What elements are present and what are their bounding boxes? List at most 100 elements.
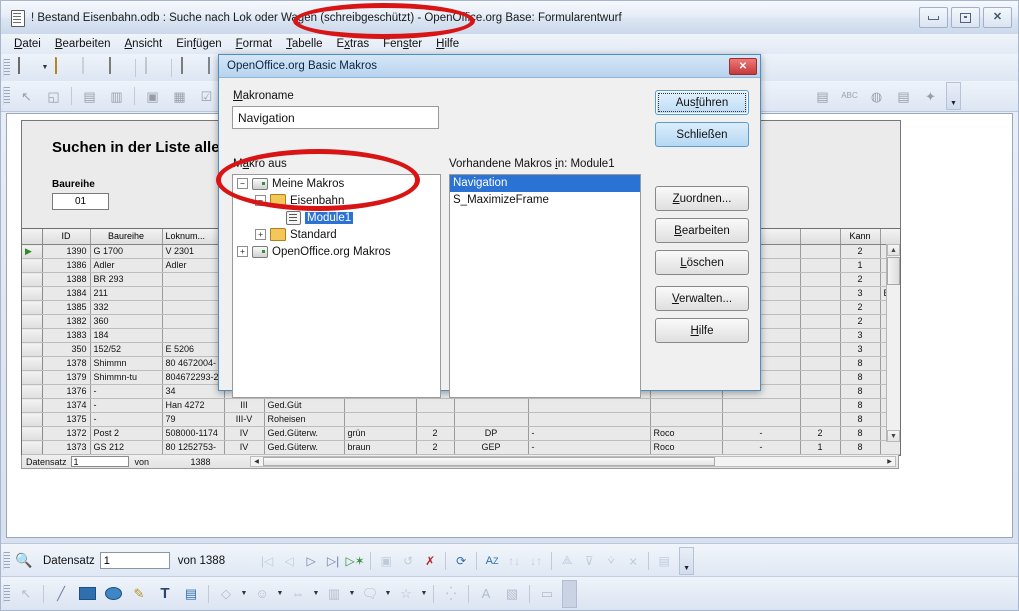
previous-record-icon[interactable]: ◁ [278, 550, 300, 572]
wizards-icon[interactable]: ✦ [918, 84, 943, 108]
spellcheck-abc-icon[interactable]: ABC [837, 84, 862, 108]
cell-id[interactable]: 1382 [42, 314, 91, 329]
row-handle[interactable] [22, 356, 43, 371]
dialog-close-button[interactable]: ✕ [729, 57, 757, 75]
save-icon[interactable] [78, 56, 103, 80]
cell-c10[interactable]: - [528, 426, 651, 441]
row-handle[interactable] [22, 384, 43, 399]
maximize-button[interactable] [951, 7, 980, 28]
cell-loknum[interactable]: V 2301 [162, 244, 225, 259]
toolbar-grip[interactable] [3, 58, 10, 77]
cell-kann[interactable]: 2 [840, 272, 881, 287]
cell-typ[interactable]: Ged.Güterw. [264, 426, 345, 441]
toolbar-grip[interactable] [3, 551, 10, 570]
row-handle[interactable] [22, 426, 43, 441]
new-record-icon[interactable]: ▷✶ [344, 550, 366, 572]
cell-loknum[interactable]: 80 1252753- [162, 440, 225, 455]
cell-c12[interactable] [722, 398, 801, 413]
delete-button[interactable]: Löschen [655, 250, 749, 275]
chevron-down-icon[interactable]: ▼ [383, 590, 393, 597]
cell-kann[interactable]: 3 [840, 328, 881, 343]
chevron-down-icon[interactable]: ▼ [347, 590, 357, 597]
cell-c8[interactable] [416, 398, 455, 413]
row-handle[interactable] [22, 370, 43, 385]
line-icon[interactable]: ╱ [49, 583, 73, 605]
scroll-right-icon[interactable]: ▶ [884, 457, 895, 466]
list-item[interactable]: S_MaximizeFrame [450, 192, 640, 209]
cell-c11[interactable]: Roco [650, 440, 723, 455]
scroll-thumb[interactable] [887, 257, 900, 285]
row-handle[interactable] [22, 412, 43, 427]
chevron-down-icon[interactable]: ▼ [275, 590, 285, 597]
cell-anz[interactable] [800, 356, 841, 371]
tree-item[interactable]: + OpenOffice.org Makros [233, 243, 440, 260]
cell-baureihe[interactable]: Adler [90, 258, 163, 273]
cell-anz[interactable] [800, 412, 841, 427]
table-row[interactable]: 1372 Post 2 508000-1174 IV Ged.Güterw. grün 2 D… [22, 426, 900, 441]
cell-id[interactable]: 1384 [42, 286, 91, 301]
cell-anz[interactable] [800, 258, 841, 273]
cell-id[interactable]: 1372 [42, 426, 91, 441]
cell-id[interactable]: 1373 [42, 440, 91, 455]
cell-farbe[interactable] [344, 412, 417, 427]
collapse-icon[interactable]: − [237, 178, 248, 189]
symbol-shapes-icon[interactable]: ☺ [250, 583, 274, 605]
grid-header-kann[interactable]: Kann [840, 229, 881, 245]
row-handle[interactable] [22, 342, 43, 357]
cell-anz[interactable] [800, 370, 841, 385]
cell-loknum[interactable]: E 5206 [162, 342, 225, 357]
grid-vertical-scrollbar[interactable]: ▲ ▼ [886, 244, 900, 442]
block-arrows-icon[interactable]: ⇔ [286, 583, 310, 605]
menu-bearbeiten[interactable]: Bearbeiten [48, 37, 118, 51]
label-field-icon[interactable]: ▤ [810, 84, 835, 108]
menu-extras[interactable]: Extras [330, 37, 377, 51]
toolbar-overflow-icon[interactable]: ▼ [679, 546, 695, 575]
cell-anz[interactable] [800, 244, 841, 259]
toolbar-grip[interactable] [3, 584, 10, 603]
cell-loknum[interactable]: 804672293-2 [162, 370, 225, 385]
cell-epoche[interactable]: III [224, 398, 265, 413]
freeform-line-icon[interactable]: ✎ [127, 583, 151, 605]
cell-loknum[interactable] [162, 272, 225, 287]
cell-id[interactable]: 1375 [42, 412, 91, 427]
cell-anz[interactable] [800, 342, 841, 357]
cell-kann[interactable]: 2 [840, 314, 881, 329]
menu-datei[interactable]: Datei [7, 37, 48, 51]
form-properties-icon[interactable]: ▣ [140, 84, 165, 108]
cell-baureihe[interactable]: 360 [90, 314, 163, 329]
cell-id[interactable]: 1386 [42, 258, 91, 273]
data-source-as-table-icon[interactable]: ▤ [653, 550, 675, 572]
cell-c12[interactable] [722, 412, 801, 427]
help-button[interactable]: Hilfe [655, 318, 749, 343]
grid-header-loknum[interactable]: Loknum... [162, 229, 225, 245]
cell-c10[interactable] [528, 398, 651, 413]
grid-horizontal-scrollbar[interactable]: ◀ ▶ [250, 456, 896, 467]
cell-baureihe[interactable]: - [90, 384, 163, 399]
open-folder-icon[interactable] [51, 56, 76, 80]
binoculars-icon[interactable]: 🔍 [13, 550, 35, 572]
menu-format[interactable]: Format [229, 37, 279, 51]
extrusion-icon[interactable]: ▭ [535, 583, 559, 605]
cell-id[interactable]: 350 [42, 342, 91, 357]
cell-kann[interactable]: 8 [840, 412, 881, 427]
menu-tabelle[interactable]: Tabelle [279, 37, 329, 51]
macro-library-tree[interactable]: − Meine Makros − Eisenbahn Module1 + Standard +… [232, 174, 441, 398]
open-in-design-icon[interactable]: ▤ [891, 84, 916, 108]
cell-kann[interactable]: 8 [840, 440, 881, 455]
cell-typ[interactable]: Ged.Güterw. [264, 440, 345, 455]
table-row[interactable]: 1375-79 III-V Roheisen 8 [22, 412, 900, 427]
points-icon[interactable]: ⁛ [439, 583, 463, 605]
cell-kann[interactable]: 8 [840, 356, 881, 371]
sort-az-icon[interactable]: AZ [481, 550, 503, 572]
undo-record-icon[interactable]: ↺ [397, 550, 419, 572]
tree-item[interactable]: − Eisenbahn [233, 192, 440, 209]
last-record-icon[interactable]: ▷| [322, 550, 344, 572]
cell-c9[interactable] [454, 398, 529, 413]
sort-ascending-icon[interactable]: ↑↓ [503, 550, 525, 572]
cell-baureihe[interactable]: - [90, 398, 163, 413]
grid-record-input[interactable]: 1 [70, 456, 129, 467]
cell-kann[interactable]: 8 [840, 426, 881, 441]
cell-kann[interactable]: 2 [840, 244, 881, 259]
collapse-icon[interactable]: − [255, 195, 266, 206]
hscroll-thumb[interactable] [263, 457, 715, 466]
